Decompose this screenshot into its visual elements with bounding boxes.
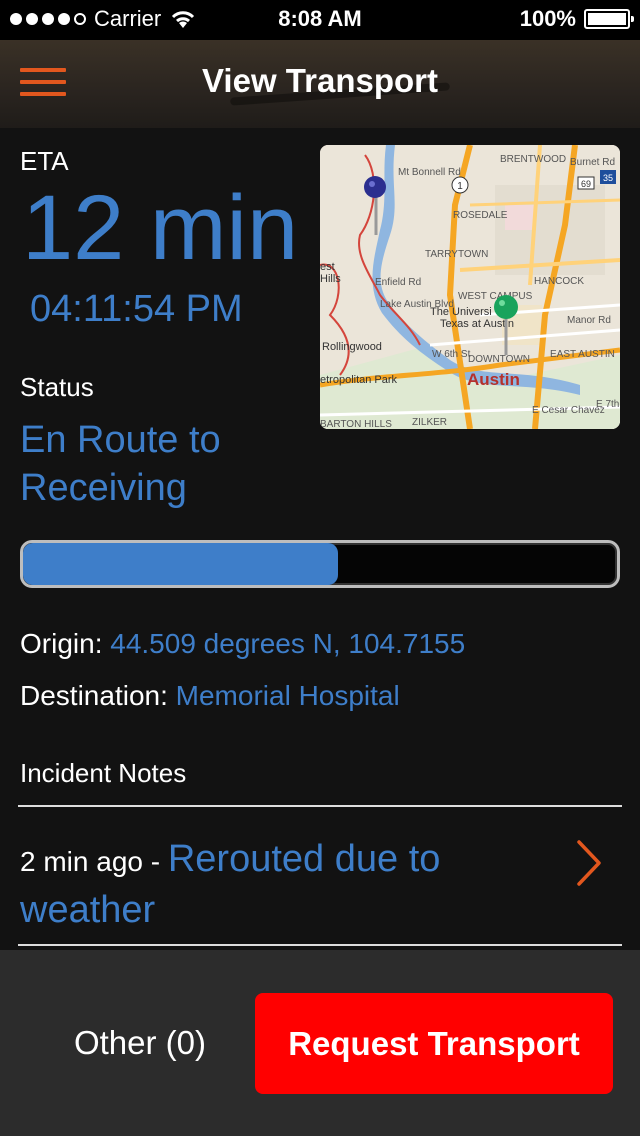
map-label-metropolitan: etropolitan Park: [320, 374, 398, 386]
status-progress-bar: [20, 540, 620, 588]
map-label-rosedale: ROSEDALE: [453, 210, 508, 221]
map-label-zilker: ZILKER: [412, 417, 447, 428]
origin-label: Origin:: [20, 628, 103, 659]
status-bar-right: 100%: [519, 6, 634, 32]
map-route-69: 69: [581, 179, 591, 189]
status-bar: Carrier 8:08 AM 100%: [0, 0, 640, 40]
map-label-hancock: HANCOCK: [534, 276, 584, 287]
destination-value: Memorial Hospital: [175, 680, 400, 711]
map-view[interactable]: 1 35 69 BRENTWOOD ROSEDALE TARRYTOWN HAN…: [320, 145, 620, 429]
status-label: Status: [20, 372, 94, 402]
bottom-action-bar: Other (0) Request Transport: [0, 950, 640, 1136]
eta-value: 12 min: [22, 177, 299, 279]
status-value: En Route to Receiving: [20, 419, 221, 509]
incident-notes-label: Incident Notes: [20, 758, 187, 788]
map-label-brentwood: BRENTWOOD: [500, 154, 566, 165]
note-time: 2 min ago: [20, 846, 143, 877]
notes-divider-bottom: [18, 944, 622, 946]
map-label-manor: Manor Rd: [567, 315, 611, 326]
map-label-barton: BARTON HILLS: [320, 419, 392, 429]
map-label-tarrytown: TARRYTOWN: [425, 249, 488, 260]
map-label-east-austin: EAST AUSTIN: [550, 349, 615, 360]
request-transport-button[interactable]: Request Transport: [255, 993, 613, 1094]
chevron-right-icon[interactable]: [576, 839, 602, 887]
nav-bar: View Transport: [0, 40, 640, 128]
map-graphic: 1 35 69 BRENTWOOD ROSEDALE TARRYTOWN HAN…: [320, 145, 620, 429]
incident-note-item[interactable]: 2 min ago - Rerouted due to weather: [0, 807, 640, 944]
map-route-1: 1: [457, 181, 463, 192]
map-label-est: est: [320, 261, 335, 273]
map-label-west-campus: WEST CAMPUS: [458, 291, 533, 302]
map-label-rollingwood: Rollingwood: [322, 341, 382, 353]
map-label-austin: Austin: [467, 370, 520, 389]
map-label-e7th: E 7th S: [596, 399, 620, 410]
map-label-enfield: Enfield Rd: [375, 277, 421, 288]
map-label-w6th: W 6th St: [432, 349, 471, 360]
map-label-lake-austin: Lake Austin Blvd: [380, 299, 454, 310]
note-separator: -: [142, 846, 168, 877]
other-button[interactable]: Other (0): [40, 1024, 240, 1062]
origin-row: Origin: 44.509 degrees N, 104.7155: [20, 628, 465, 660]
battery-percent: 100%: [519, 6, 576, 31]
map-route-35: 35: [603, 173, 613, 183]
page-title: View Transport: [202, 62, 438, 99]
map-label-cesar: E Cesar Chavez: [532, 405, 605, 416]
map-label-hills: Hills: [320, 273, 341, 285]
destination-row: Destination: Memorial Hospital: [20, 680, 400, 712]
eta-label: ETA: [20, 146, 69, 176]
battery-icon: [584, 9, 634, 29]
eta-time: 04:11:54 PM: [30, 288, 243, 330]
progress-fill: [23, 543, 338, 585]
map-label-texas: Texas at Austin: [440, 318, 514, 330]
map-label-downtown: DOWNTOWN: [468, 354, 530, 365]
map-label-bonnell: Mt Bonnell Rd: [398, 167, 461, 178]
map-label-burnet: Burnet Rd: [570, 157, 615, 168]
origin-value: 44.509 degrees N, 104.7155: [110, 628, 466, 659]
note-text: 2 min ago - Rerouted due to weather: [20, 835, 560, 934]
destination-label: Destination:: [20, 680, 168, 711]
